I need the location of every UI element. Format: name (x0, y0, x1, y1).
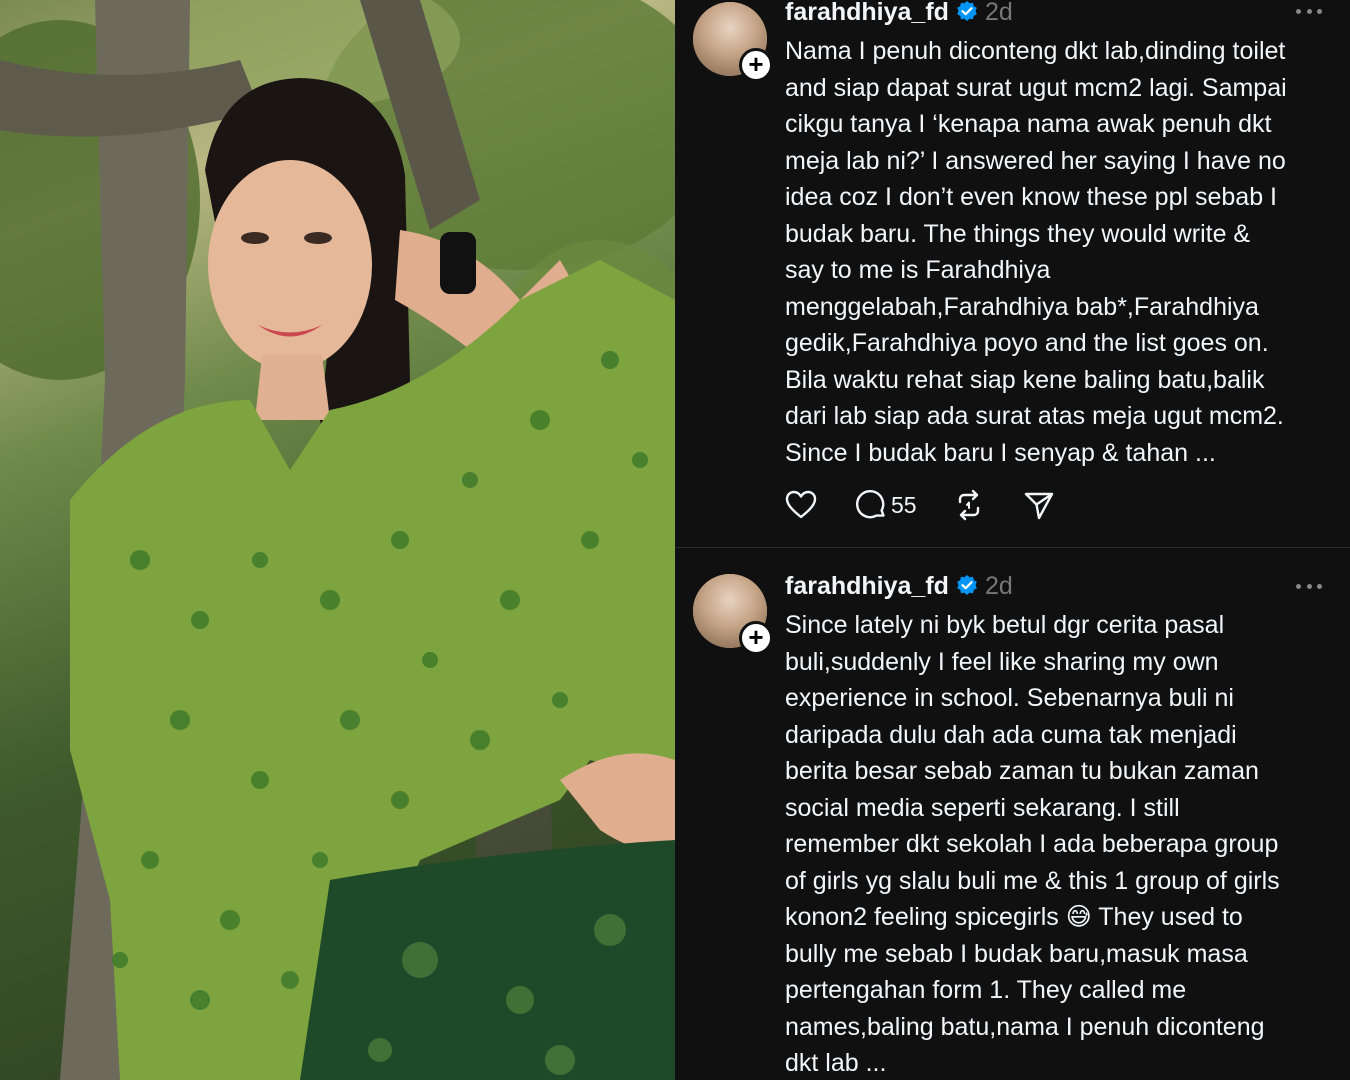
post-time: 2d (984, 571, 1013, 600)
follow-button[interactable]: + (739, 48, 773, 82)
post-header: farahdhiya_fd 2d (785, 0, 1013, 27)
verified-icon (957, 1, 977, 21)
comment-button[interactable]: 55 (853, 487, 917, 523)
post-actions: 55 (783, 487, 1091, 523)
post-time: 2d (984, 0, 1013, 26)
comment-icon (855, 489, 885, 519)
repost-button[interactable] (951, 487, 987, 523)
heart-icon (785, 490, 817, 519)
more-icon[interactable] (1296, 581, 1322, 591)
photo-illustration (0, 0, 675, 1080)
post-header: farahdhiya_fd 2d (785, 571, 1013, 601)
more-icon[interactable] (1296, 6, 1322, 16)
threads-feed: + farahdhiya_fd 2d Nama I penuh diconten… (675, 0, 1350, 1080)
post-photo (0, 0, 675, 1080)
repost-icon (958, 489, 979, 521)
username[interactable]: farahdhiya_fd (785, 0, 949, 27)
comment-count: 55 (891, 491, 917, 518)
follow-button[interactable]: + (739, 621, 773, 655)
share-icon (1024, 492, 1053, 520)
post-text: Nama I penuh diconteng dkt lab,dinding t… (785, 37, 1287, 467)
like-button[interactable] (783, 487, 819, 523)
username[interactable]: farahdhiya_fd (785, 572, 949, 601)
post-divider (675, 547, 1350, 548)
post-text: Since lately ni byk betul dgr cerita pas… (785, 611, 1280, 1077)
share-button[interactable] (1021, 487, 1057, 523)
verified-icon (957, 575, 977, 595)
